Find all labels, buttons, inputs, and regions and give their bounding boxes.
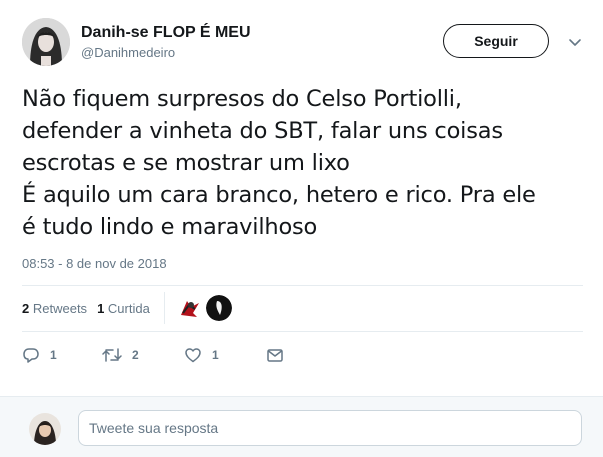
stats-separator bbox=[163, 292, 165, 324]
likes-label: Curtida bbox=[107, 300, 150, 316]
author-avatar[interactable] bbox=[22, 18, 70, 66]
reply-input[interactable] bbox=[78, 410, 582, 446]
tweet-stats: 2 Retweets 1 Curtida bbox=[22, 291, 235, 325]
reply-count: 1 bbox=[50, 348, 57, 362]
reply-button[interactable]: 1 bbox=[22, 346, 102, 364]
current-user-avatar bbox=[29, 413, 61, 445]
likes-count: 1 bbox=[97, 300, 105, 316]
liker-avatar[interactable] bbox=[205, 295, 232, 321]
likes-stat[interactable]: 1 Curtida bbox=[97, 301, 150, 316]
divider bbox=[22, 331, 583, 332]
direct-message-button[interactable] bbox=[266, 346, 284, 364]
retweet-count: 2 bbox=[132, 348, 139, 362]
divider bbox=[22, 285, 583, 286]
like-count: 1 bbox=[212, 348, 219, 362]
author-handle[interactable]: @Danihmedeiro bbox=[81, 44, 251, 62]
tweet-timestamp[interactable]: 08:53 - 8 de nov de 2018 bbox=[22, 256, 167, 271]
tweet-header: Danih-se FLOP É MEU @Danihmedeiro Seguir bbox=[22, 18, 583, 70]
retweet-icon bbox=[102, 346, 122, 364]
envelope-icon bbox=[266, 346, 284, 364]
follow-button[interactable]: Seguir bbox=[443, 24, 549, 58]
tweet-text: Não fiquem surpresos do Celso Portiolli,… bbox=[22, 86, 536, 240]
retweet-button[interactable]: 2 bbox=[102, 346, 184, 364]
liker-avatar[interactable] bbox=[176, 295, 203, 321]
retweets-label: Retweets bbox=[32, 300, 88, 316]
retweets-count: 2 bbox=[22, 300, 30, 316]
chevron-down-icon[interactable] bbox=[567, 34, 583, 50]
heart-icon bbox=[184, 346, 202, 364]
tweet-card: Danih-se FLOP É MEU @Danihmedeiro Seguir… bbox=[0, 0, 603, 457]
author-names: Danih-se FLOP É MEU @Danihmedeiro bbox=[81, 23, 251, 62]
like-button[interactable]: 1 bbox=[184, 346, 266, 364]
reply-bar bbox=[0, 396, 603, 457]
tweet-actions: 1 2 1 bbox=[22, 344, 284, 366]
reply-icon bbox=[22, 346, 40, 364]
author-display-name[interactable]: Danih-se FLOP É MEU bbox=[81, 23, 251, 43]
retweets-stat[interactable]: 2 Retweets bbox=[22, 301, 87, 316]
